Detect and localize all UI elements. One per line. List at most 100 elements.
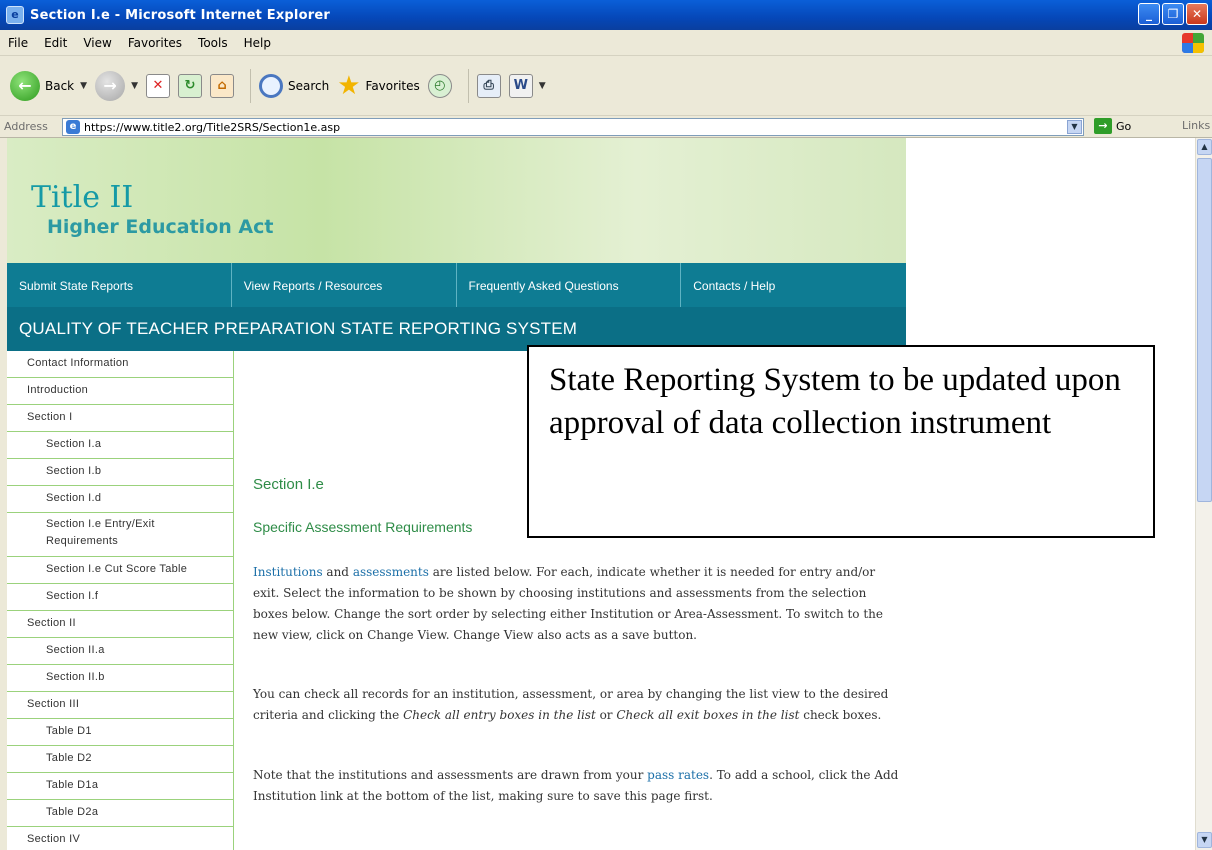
sidebar-item-table-d2[interactable]: Table D2 [7,746,233,773]
sidebar-item-table-d1[interactable]: Table D1 [7,719,233,746]
menu-tools[interactable]: Tools [190,36,236,50]
refresh-icon: ↻ [177,73,202,98]
printer-icon: ⎙ [476,73,501,98]
p1-and: and [322,565,353,579]
refresh-button[interactable]: ↻ [177,73,202,98]
institutions-link[interactable]: Institutions [253,565,323,579]
go-label: Go [1116,119,1132,133]
sidebar-item-section-i[interactable]: Section I [7,405,233,432]
stop-button[interactable]: ✕ [145,73,170,98]
search-button[interactable]: Search [258,73,330,98]
search-icon [258,73,283,98]
sidebar-item-contact-information[interactable]: Contact Information [7,351,233,378]
menu-help[interactable]: Help [236,36,279,50]
sidebar-item-section-ia[interactable]: Section I.a [7,432,233,459]
assessments-link[interactable]: assessments [353,565,429,579]
menu-favorites[interactable]: Favorites [120,36,190,50]
page-title: Section I.e [253,476,324,493]
menu-view[interactable]: View [75,36,119,50]
word-icon: W [508,73,533,98]
sidebar-item-section-iia[interactable]: Section II.a [7,638,233,665]
address-url: https://www.title2.org/Title2SRS/Section… [84,120,341,134]
stop-icon: ✕ [145,73,170,98]
edit-button[interactable]: W ▼ [508,73,546,98]
p2-text-b: check boxes. [799,708,882,722]
page-edge [0,138,7,850]
forward-button[interactable]: → ▼ [95,70,138,101]
address-label: Address [4,120,48,133]
vertical-scrollbar[interactable]: ▲ ▼ [1195,138,1212,850]
sidebar-item-section-ib[interactable]: Section I.b [7,459,233,486]
history-button[interactable]: ◴ [427,73,452,98]
scroll-thumb[interactable] [1197,158,1212,502]
address-bar: Address e https://www.title2.org/Title2S… [0,116,1212,138]
history-icon: ◴ [427,73,452,98]
home-icon: ⌂ [209,73,234,98]
search-label: Search [287,78,330,93]
back-label: Back [45,78,75,93]
back-button[interactable]: ← Back ▼ [10,70,87,101]
logo-title[interactable]: Title II [31,180,133,215]
logo-subtitle[interactable]: Higher Education Act [47,216,273,238]
nav-contacts-help[interactable]: Contacts / Help [681,263,906,307]
edit-dropdown-icon[interactable]: ▼ [539,81,546,91]
p2-check-entry-text: Check all entry boxes in the list [403,708,596,722]
menu-bar: File Edit View Favorites Tools Help [0,30,1212,56]
sidebar-item-section-iv[interactable]: Section IV [7,827,233,850]
favorites-button[interactable]: ★ Favorites [337,73,420,99]
forward-arrow-icon: → [95,70,126,101]
links-button[interactable]: Links [1182,119,1210,132]
address-input[interactable]: e https://www.title2.org/Title2SRS/Secti… [62,118,1084,136]
go-button[interactable]: → Go [1094,118,1131,134]
sidebar-item-introduction[interactable]: Introduction [7,378,233,405]
pass-rates-link[interactable]: pass rates [647,768,709,782]
sidebar: Contact Information Introduction Section… [7,351,234,850]
toolbar-separator [467,68,469,103]
menu-edit[interactable]: Edit [36,36,75,50]
window-controls: _ ❐ ✕ [1138,3,1208,25]
windows-logo-icon [1182,33,1204,53]
scroll-down-icon[interactable]: ▼ [1197,832,1212,848]
scroll-up-icon[interactable]: ▲ [1197,139,1212,155]
maximize-icon[interactable]: ❐ [1162,3,1184,25]
star-icon: ★ [337,70,361,101]
ie-icon: e [6,6,24,24]
sidebar-item-section-ie-entry-exit[interactable]: Section I.e Entry/Exit Requirements [7,513,233,557]
instructions-paragraph-1: Institutions and assessments are listed … [253,562,903,646]
page-subtitle: Specific Assessment Requirements [253,519,473,535]
page-icon: e [66,120,80,134]
sidebar-item-section-iib[interactable]: Section II.b [7,665,233,692]
nav-submit-state-reports[interactable]: Submit State Reports [7,263,232,307]
forward-dropdown-icon[interactable]: ▼ [131,81,138,91]
sidebar-item-section-if[interactable]: Section I.f [7,584,233,611]
menu-file[interactable]: File [0,36,36,50]
back-dropdown-icon[interactable]: ▼ [80,81,87,91]
sidebar-item-section-ie-cut-score[interactable]: Section I.e Cut Score Table [7,557,233,584]
window-title: Section I.e - Microsoft Internet Explore… [30,7,330,23]
instructions-paragraph-3: Note that the institutions and assessmen… [253,765,903,807]
sidebar-item-section-id[interactable]: Section I.d [7,486,233,513]
p2-check-exit-text: Check all exit boxes in the list [616,708,800,722]
go-arrow-icon: → [1094,118,1112,134]
favorites-label: Favorites [365,78,420,93]
update-notice-callout: State Reporting System to be updated upo… [527,345,1155,538]
site-nav: Submit State Reports View Reports / Reso… [7,263,906,307]
home-button[interactable]: ⌂ [209,73,234,98]
print-button[interactable]: ⎙ [476,73,501,98]
address-dropdown-icon[interactable]: ▼ [1067,120,1082,134]
sidebar-item-table-d1a[interactable]: Table D1a [7,773,233,800]
page-viewport: Title II Higher Education Act Submit Sta… [0,138,1212,850]
p3-text-a: Note that the institutions and assessmen… [253,768,648,782]
nav-view-reports[interactable]: View Reports / Resources [232,263,457,307]
back-arrow-icon: ← [10,70,40,101]
instructions-paragraph-2: You can check all records for an institu… [253,684,903,726]
close-icon[interactable]: ✕ [1186,3,1208,25]
window-title-bar: e Section I.e - Microsoft Internet Explo… [0,0,1212,30]
toolbar: ← Back ▼ → ▼ ✕ ↻ ⌂ Search ★ Favorites ◴ … [0,56,1212,116]
toolbar-separator [249,68,251,103]
sidebar-item-section-ii[interactable]: Section II [7,611,233,638]
sidebar-item-section-iii[interactable]: Section III [7,692,233,719]
minimize-icon[interactable]: _ [1138,3,1160,25]
nav-faq[interactable]: Frequently Asked Questions [457,263,682,307]
sidebar-item-table-d2a[interactable]: Table D2a [7,800,233,827]
